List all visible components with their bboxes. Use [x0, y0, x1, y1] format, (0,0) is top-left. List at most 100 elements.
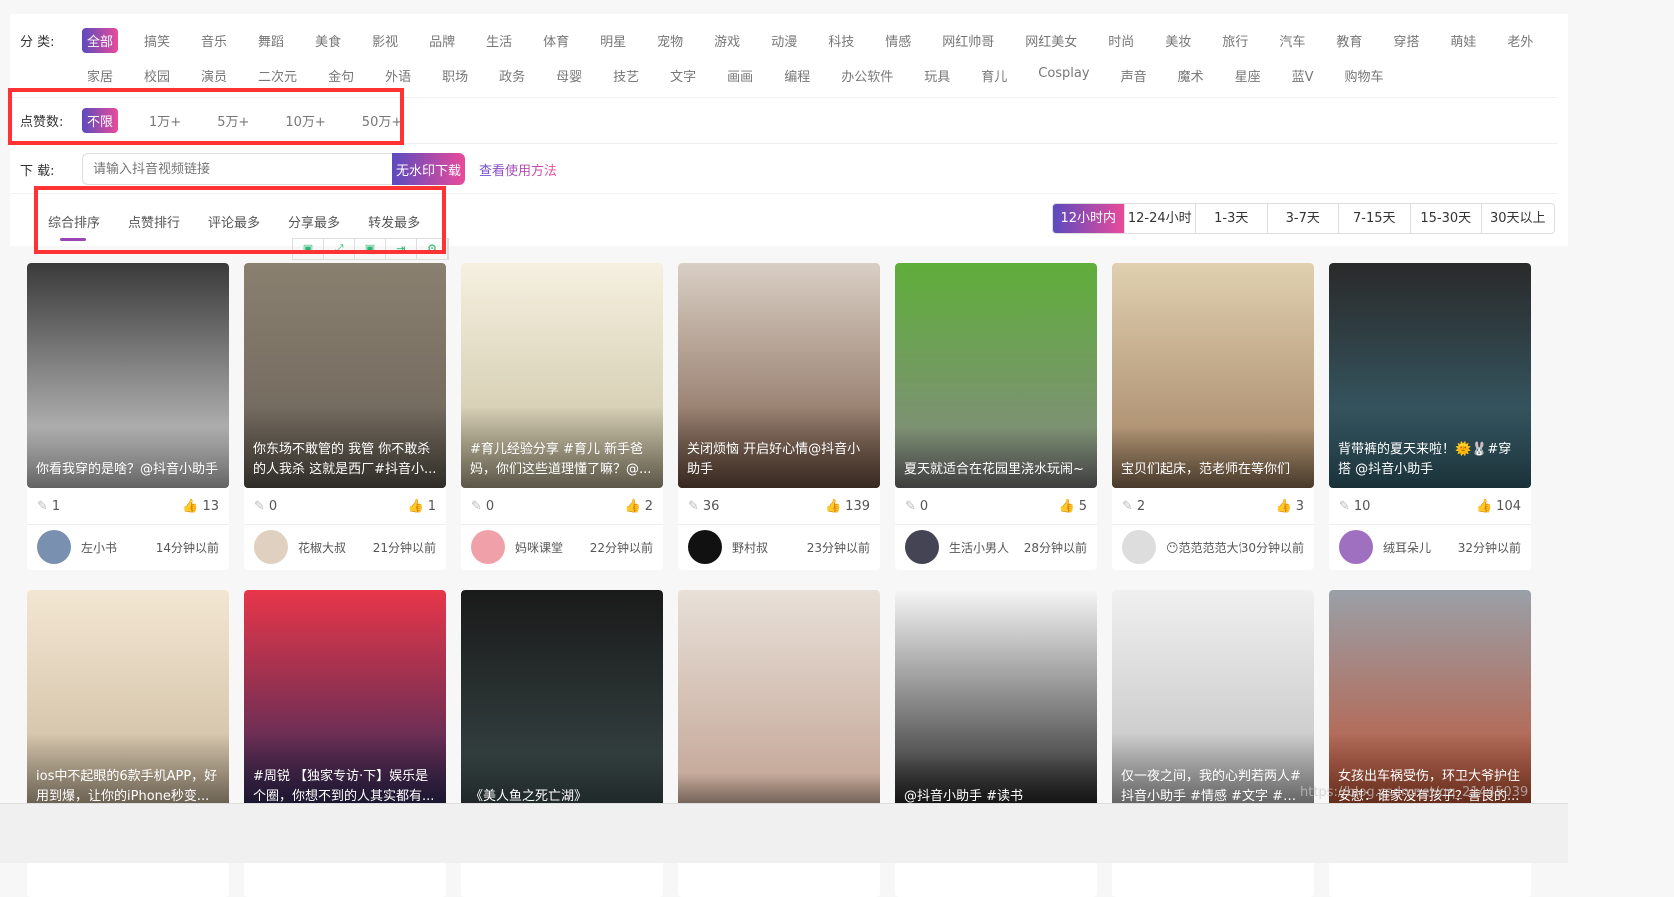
category-tag[interactable]: 穿搭 — [1388, 28, 1424, 53]
author-name[interactable]: 绒耳朵儿 — [1383, 539, 1458, 556]
category-tag[interactable]: 全部 — [82, 28, 119, 53]
category-tag[interactable]: 网红美女 — [1020, 28, 1082, 53]
time-tab[interactable]: 12-24小时 — [1125, 204, 1196, 233]
video-caption: 夏天就适合在花园里浇水玩闹~ — [895, 426, 1097, 488]
category-tag[interactable]: 校园 — [139, 63, 175, 88]
author-name[interactable]: 生活小男人 — [949, 539, 1024, 556]
time-tab[interactable]: 3-7天 — [1268, 204, 1339, 233]
category-tag[interactable]: 母婴 — [551, 63, 587, 88]
video-thumbnail[interactable]: @抖音小助手 #读书 — [895, 590, 1097, 815]
author-name[interactable]: 左小书 — [81, 539, 156, 556]
category-tag[interactable]: 宠物 — [652, 28, 688, 53]
category-tag[interactable]: 汽车 — [1274, 28, 1310, 53]
avatar[interactable] — [471, 530, 505, 564]
video-card[interactable]: 你东场不敢管的 我管 你不敢杀的人我杀 这就是西厂#抖音小... ✎ 0 👍 1 花椒大叔… — [244, 263, 446, 570]
video-card[interactable]: 关闭烦恼 开启好心情@抖音小助手 ✎ 36 👍 139 野村叔 23分钟以前 — [678, 263, 880, 570]
category-tag[interactable]: 网红帅哥 — [937, 28, 999, 53]
video-thumbnail[interactable]: 夏天就适合在花园里浇水玩闹~ — [895, 263, 1097, 488]
category-tag[interactable]: 音乐 — [196, 28, 232, 53]
download-button[interactable]: 无水印下载 — [392, 153, 466, 185]
video-thumbnail[interactable]: 《美人鱼之死亡湖》 — [461, 590, 663, 815]
category-tag[interactable]: 玩具 — [919, 63, 955, 88]
video-thumbnail[interactable]: 你东场不敢管的 我管 你不敢杀的人我杀 这就是西厂#抖音小... — [244, 263, 446, 488]
help-link[interactable]: 查看使用方法 — [479, 160, 557, 179]
category-tag[interactable]: Cosplay — [1033, 63, 1094, 88]
post-time: 22分钟以前 — [589, 540, 653, 555]
avatar[interactable] — [688, 530, 722, 564]
video-card[interactable]: 背带裤的夏天来啦！🌞🐰#穿搭 @抖音小助手 ✎ 10 👍 104 绒耳朵儿 32分钟以前 — [1329, 263, 1531, 570]
video-card[interactable]: 你看我穿的是啥？@抖音小助手 ✎ 1 👍 13 左小书 14分钟以前 — [27, 263, 229, 570]
category-tag[interactable]: 老外 — [1502, 28, 1538, 53]
category-tag[interactable]: 舞蹈 — [253, 28, 289, 53]
like-count: 👍 1 — [408, 499, 436, 514]
category-tag[interactable]: 办公软件 — [836, 63, 898, 88]
category-tag[interactable]: 情感 — [880, 28, 916, 53]
author-name[interactable]: 花椒大叔 — [298, 539, 373, 556]
video-thumbnail[interactable]: #育儿经验分享 #育儿 新手爸妈，你们这些道理懂了嘛？@... — [461, 263, 663, 488]
author-name[interactable]: 妈咪课堂 — [515, 539, 590, 556]
category-tag[interactable]: 外语 — [380, 63, 416, 88]
category-tag[interactable]: 影视 — [367, 28, 403, 53]
video-card[interactable]: 宝贝们起床，范老师在等你们 ✎2 👍3 😶范范范范大雷30分钟以前 — [1112, 263, 1314, 570]
category-tag[interactable]: 购物车 — [1340, 63, 1389, 88]
video-thumbnail[interactable]: 仅一夜之间，我的心判若两人#抖音小助手 #情感 #文字 #书单 — [1112, 590, 1314, 815]
category-tag[interactable]: 蓝V — [1287, 63, 1319, 88]
category-tag[interactable]: 科技 — [823, 28, 859, 53]
category-tag[interactable]: 家居 — [82, 63, 118, 88]
category-tag[interactable]: 品牌 — [424, 28, 460, 53]
video-card[interactable]: #育儿经验分享 #育儿 新手爸妈，你们这些道理懂了嘛？@... ✎ 0 👍 2 妈咪课堂 2… — [461, 263, 663, 570]
category-tag[interactable]: 编程 — [779, 63, 815, 88]
category-tag[interactable]: 体育 — [538, 28, 574, 53]
category-tag[interactable]: 职场 — [437, 63, 473, 88]
video-thumbnail[interactable]: ios中不起眼的6款手机APP，好用到爆，让你的iPhone秒变... — [27, 590, 229, 815]
video-thumbnail[interactable]: 女孩出车祸受伤，环卫大爷护住安慰：谁家没有孩子？善良的... — [1329, 590, 1531, 815]
category-tag[interactable]: 魔术 — [1173, 63, 1209, 88]
avatar[interactable] — [905, 530, 939, 564]
category-tag[interactable]: 萌娃 — [1445, 28, 1481, 53]
category-tag[interactable]: 文字 — [665, 63, 701, 88]
avatar[interactable] — [1339, 530, 1373, 564]
category-tag[interactable]: 演员 — [196, 63, 232, 88]
category-tag[interactable]: 美食 — [310, 28, 346, 53]
video-thumbnail[interactable] — [678, 590, 880, 815]
bottom-edge — [0, 803, 1568, 863]
category-tag[interactable]: 旅行 — [1217, 28, 1253, 53]
category-tag[interactable]: 生活 — [481, 28, 517, 53]
category-tag[interactable]: 金句 — [323, 63, 359, 88]
time-tab[interactable]: 30天以上 — [1482, 204, 1554, 233]
video-thumbnail[interactable]: 关闭烦恼 开启好心情@抖音小助手 — [678, 263, 880, 488]
category-tag[interactable]: 搞笑 — [139, 28, 175, 53]
category-tag[interactable]: 明星 — [595, 28, 631, 53]
thumbs-up-icon: 👍 — [1275, 498, 1292, 514]
category-tag[interactable]: 画画 — [722, 63, 758, 88]
author-name[interactable]: 😶范范范范大雷 — [1166, 539, 1241, 556]
category-tag[interactable]: 动漫 — [766, 28, 802, 53]
category-tag[interactable]: 美妆 — [1160, 28, 1196, 53]
video-thumbnail[interactable]: 背带裤的夏天来啦！🌞🐰#穿搭 @抖音小助手 — [1329, 263, 1531, 488]
avatar[interactable] — [37, 530, 71, 564]
category-tag[interactable]: 教育 — [1331, 28, 1367, 53]
time-tab[interactable]: 15-30天 — [1411, 204, 1482, 233]
time-tab[interactable]: 1-3天 — [1196, 204, 1268, 233]
author-name[interactable]: 野村叔 — [732, 539, 807, 556]
category-tag[interactable]: 技艺 — [608, 63, 644, 88]
category-tag[interactable]: 游戏 — [709, 28, 745, 53]
category-tag[interactable]: 政务 — [494, 63, 530, 88]
time-tab[interactable]: 12小时内 — [1053, 204, 1125, 233]
video-thumbnail[interactable]: 宝贝们起床，范老师在等你们 — [1112, 263, 1314, 488]
avatar[interactable] — [254, 530, 288, 564]
category-tag[interactable]: 时尚 — [1103, 28, 1139, 53]
video-thumbnail[interactable]: 你看我穿的是啥？@抖音小助手 — [27, 263, 229, 488]
time-tab[interactable]: 7-15天 — [1339, 204, 1411, 233]
category-tag[interactable]: 育儿 — [976, 63, 1012, 88]
category-tag[interactable]: 星座 — [1230, 63, 1266, 88]
like-count-value: 1 — [427, 498, 436, 514]
avatar[interactable] — [1122, 530, 1156, 564]
scrollbar-area[interactable] — [1568, 0, 1674, 863]
category-tag[interactable]: 二次元 — [253, 63, 302, 88]
video-stats: ✎ 0 👍 2 — [461, 488, 663, 525]
category-tag[interactable]: 声音 — [1116, 63, 1152, 88]
video-link-input[interactable] — [82, 153, 392, 185]
video-card[interactable]: 夏天就适合在花园里浇水玩闹~ ✎ 0 👍 5 生活小男人 28分钟以前 — [895, 263, 1097, 570]
video-thumbnail[interactable]: #周锐 【独家专访·下】娱乐是个圈，你想不到的人其实都有... — [244, 590, 446, 815]
